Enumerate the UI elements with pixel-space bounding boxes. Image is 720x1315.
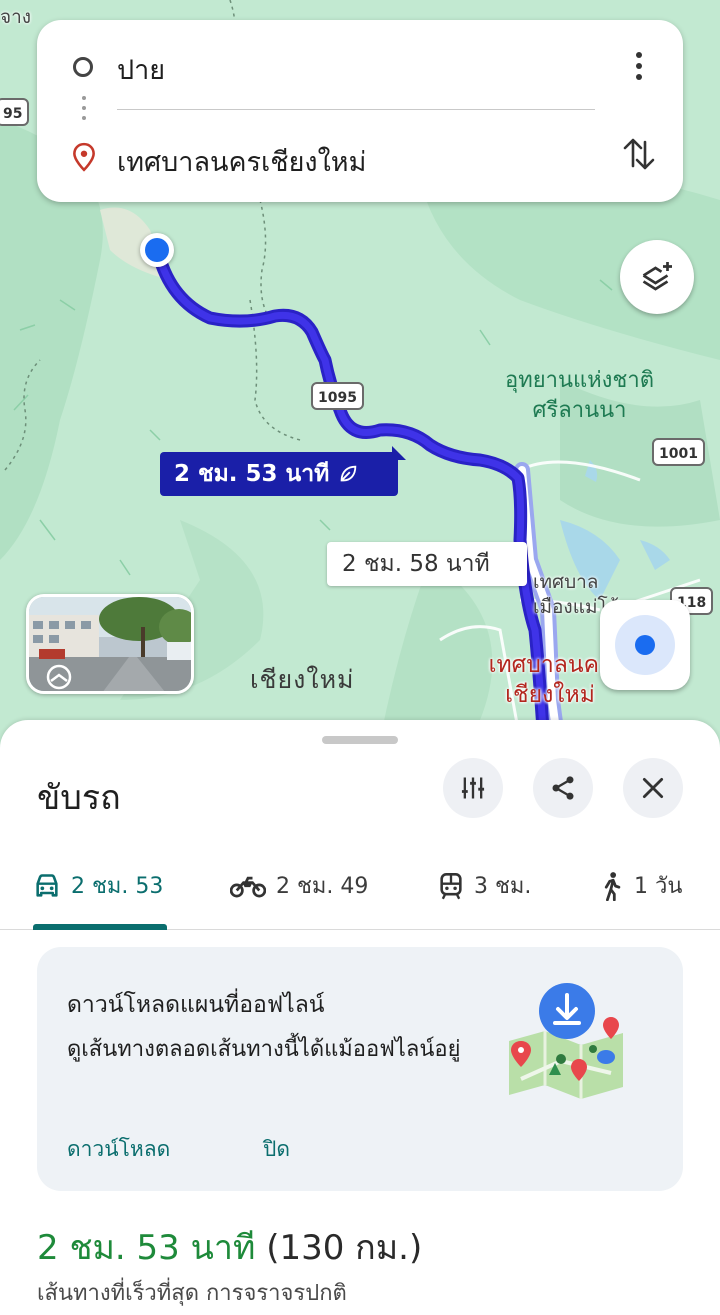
- route-options-button[interactable]: [443, 758, 503, 818]
- route-sign-1095: 1095: [311, 382, 364, 410]
- destination-field[interactable]: เทศบาลนครเชียงใหม่: [117, 140, 366, 183]
- active-tab-indicator: [33, 924, 167, 930]
- more-options-button[interactable]: [621, 44, 657, 88]
- offline-card-title: ดาวน์โหลดแผนที่ออฟไลน์: [67, 992, 325, 1018]
- park-label[interactable]: อุทยานแห่งชาติ ศรีลานนา: [492, 366, 667, 426]
- map-view[interactable]: จาง 95 1095 1001 118 อุทยานแห่งชาติ ศรีล…: [0, 0, 720, 760]
- layers-icon: [642, 262, 672, 291]
- route-sign-95: 95: [0, 98, 30, 126]
- tab-transit[interactable]: 3 ชม.: [438, 868, 531, 903]
- alternate-route-chip[interactable]: 2 ชม. 58 นาที: [327, 542, 527, 586]
- district-label-line1: เทศบาล: [533, 571, 599, 593]
- close-button[interactable]: [623, 758, 683, 818]
- map-layers-button[interactable]: [620, 240, 694, 314]
- eco-leaf-icon: [341, 465, 357, 482]
- route-dots-icon: [82, 96, 86, 126]
- province-label: เชียงใหม่: [250, 665, 355, 694]
- tab-driving[interactable]: 2 ชม. 53: [33, 868, 163, 903]
- route-distance: (130 กม.): [266, 1228, 423, 1268]
- tab-walking-label: 1 วัน: [634, 874, 683, 899]
- origin-circle-icon: [73, 57, 93, 77]
- sheet-drag-handle[interactable]: [322, 736, 398, 744]
- walk-icon: [604, 871, 621, 901]
- primary-route-chip[interactable]: 2 ชม. 53 นาที: [160, 452, 398, 496]
- route-description: เส้นทางที่เร็วที่สุด การจราจรปกติ: [37, 1281, 347, 1306]
- my-location-icon: [615, 615, 675, 675]
- destination-pin-icon: [73, 142, 95, 172]
- alt-route-time: 2 ชม. 58 นาที: [342, 551, 490, 577]
- origin-field[interactable]: ปาย: [117, 48, 165, 91]
- tune-sliders-icon: [461, 777, 485, 799]
- close-icon: [642, 777, 664, 799]
- street-view-image: [29, 597, 191, 691]
- offline-maps-card: ดาวน์โหลดแผนที่ออฟไลน์ ดูเส้นทางตลอดเส้น…: [37, 947, 683, 1191]
- share-icon: [552, 776, 574, 800]
- offline-card-description: ดูเส้นทางตลอดเส้นทางนี้ได้แม้ออฟไลน์อยู่: [67, 1037, 461, 1062]
- dismiss-offline-button[interactable]: ปิด: [263, 1133, 290, 1166]
- park-label-line1: อุทยานแห่งชาติ: [505, 368, 654, 393]
- tab-driving-label: 2 ชม. 53: [71, 874, 164, 899]
- route-sign-1001: 1001: [652, 438, 705, 466]
- tab-motorcycle[interactable]: 2 ชม. 49: [230, 868, 368, 903]
- route-eta-time: 2 ชม. 53 นาที: [37, 1228, 256, 1268]
- motorcycle-icon: [230, 876, 266, 897]
- directions-bottom-sheet: ขับรถ 2 ชม. 53 2 ชม. 49 3 ชม. 1 วัน ดาวน…: [0, 720, 720, 1315]
- download-offline-button[interactable]: ดาวน์โหลด: [67, 1133, 170, 1166]
- offline-map-illustration-icon: [509, 983, 623, 1099]
- street-view-thumbnail[interactable]: [26, 594, 194, 694]
- tab-motorcycle-label: 2 ชม. 49: [276, 874, 369, 899]
- tab-transit-label: 3 ชม.: [474, 874, 532, 899]
- directions-search-card: ปาย เทศบาลนครเชียงใหม่: [37, 20, 683, 202]
- car-icon: [36, 873, 58, 897]
- my-location-button[interactable]: [600, 600, 690, 690]
- search-divider: [117, 109, 595, 110]
- travel-mode-tabs: 2 ชม. 53 2 ชม. 49 3 ชม. 1 วัน: [0, 848, 720, 930]
- primary-route-time: 2 ชม. 53 นาที: [174, 461, 330, 487]
- swap-directions-button[interactable]: [617, 132, 661, 176]
- share-button[interactable]: [533, 758, 593, 818]
- map-corner-label: จาง: [0, 6, 32, 28]
- park-label-line2: ศรีลานนา: [532, 398, 627, 423]
- current-location-marker: [140, 233, 174, 267]
- sheet-title: ขับรถ: [37, 778, 121, 818]
- train-icon: [440, 872, 462, 899]
- route-eta: 2 ชม. 53 นาที (130 กม.): [37, 1220, 422, 1274]
- tab-walking[interactable]: 1 วัน: [600, 868, 682, 903]
